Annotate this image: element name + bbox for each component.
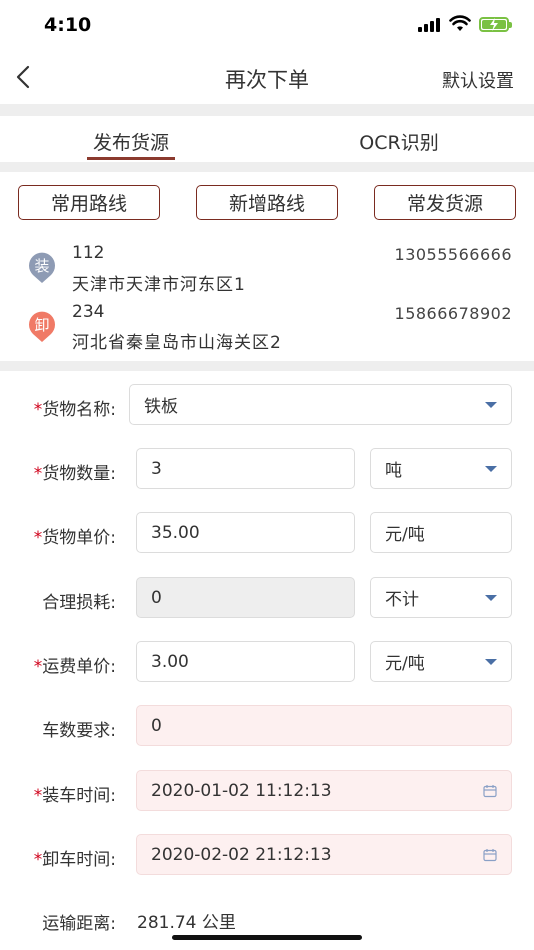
cargo-price-unit-text: 元/吨 xyxy=(385,525,425,545)
loss-label: 合理损耗: xyxy=(42,593,116,613)
tab-ocr[interactable]: OCR识别 xyxy=(344,128,454,155)
truck-count-label: 车数要求: xyxy=(42,721,116,741)
unloading-address: 河北省秦皇岛市山海关区2 xyxy=(72,333,282,353)
cargo-name-label: *货物名称: xyxy=(33,400,116,420)
chevron-down-icon xyxy=(485,402,497,408)
cargo-qty-input[interactable]: 3 xyxy=(136,448,355,489)
cargo-name-value: 铁板 xyxy=(144,397,178,417)
truck-count-input[interactable]: 0 xyxy=(136,705,512,746)
status-bar: 4:10 xyxy=(0,0,534,52)
home-indicator xyxy=(172,935,362,940)
freight-price-unit: 元/吨 xyxy=(385,654,425,674)
freight-price-unit-select[interactable]: 元/吨 xyxy=(370,641,512,682)
chevron-down-icon xyxy=(485,466,497,472)
cargo-price-value: 35.00 xyxy=(151,522,200,543)
nav-bar: 再次下单 默认设置 xyxy=(0,52,534,104)
unloading-pin-label: 卸 xyxy=(34,316,50,334)
common-routes-button[interactable]: 常用路线 xyxy=(18,185,160,220)
divider xyxy=(0,361,534,371)
freight-price-input[interactable]: 3.00 xyxy=(136,641,355,682)
loading-contact-phone: 13055566666 xyxy=(394,245,512,264)
wifi-icon xyxy=(449,15,471,31)
unload-time-label: *卸车时间: xyxy=(33,850,116,870)
unload-time-picker[interactable]: 2020-02-02 21:12:13 xyxy=(136,834,512,875)
loading-pin-icon: 装 xyxy=(27,252,57,283)
chevron-down-icon xyxy=(485,659,497,665)
status-time: 4:10 xyxy=(44,14,92,36)
cargo-name-select[interactable]: 铁板 xyxy=(129,384,512,425)
cargo-price-input[interactable]: 35.00 xyxy=(136,512,355,553)
signal-icon xyxy=(418,18,442,32)
load-time-label: *装车时间: xyxy=(33,786,116,806)
freight-price-label: *运费单价: xyxy=(33,657,116,677)
add-route-button[interactable]: 新增路线 xyxy=(196,185,338,220)
unloading-contact-name: 234 xyxy=(72,302,105,322)
cargo-price-label: *货物单价: xyxy=(33,528,116,548)
distance-label: 运输距离: xyxy=(42,914,116,934)
load-time-value: 2020-01-02 11:12:13 xyxy=(151,780,332,801)
calendar-icon xyxy=(483,785,497,798)
divider xyxy=(0,104,534,116)
frequent-cargo-button[interactable]: 常发货源 xyxy=(374,185,516,220)
divider xyxy=(0,162,534,172)
loading-address: 天津市天津市河东区1 xyxy=(72,275,246,295)
chevron-down-icon xyxy=(485,595,497,601)
unloading-pin-icon: 卸 xyxy=(27,311,57,342)
cargo-qty-unit-select[interactable]: 吨 xyxy=(370,448,512,489)
unloading-contact-phone: 15866678902 xyxy=(394,304,512,323)
truck-count-value: 0 xyxy=(151,715,162,736)
loss-input: 0 xyxy=(136,577,355,618)
battery-icon xyxy=(479,17,512,32)
freight-price-value: 3.00 xyxy=(151,651,189,672)
tab-publish[interactable]: 发布货源 xyxy=(87,128,175,155)
load-time-picker[interactable]: 2020-01-02 11:12:13 xyxy=(136,770,512,811)
unload-time-value: 2020-02-02 21:12:13 xyxy=(151,844,332,865)
loss-unit: 不计 xyxy=(385,590,419,610)
cargo-qty-value: 3 xyxy=(151,458,162,479)
active-tab-indicator xyxy=(87,157,175,160)
loading-contact-name: 112 xyxy=(72,243,105,263)
loss-unit-select[interactable]: 不计 xyxy=(370,577,512,618)
cargo-qty-unit: 吨 xyxy=(385,461,402,481)
loss-value: 0 xyxy=(151,587,162,608)
loading-pin-label: 装 xyxy=(34,257,50,275)
cargo-qty-label: *货物数量: xyxy=(33,464,116,484)
calendar-icon xyxy=(483,849,497,862)
default-settings-link[interactable]: 默认设置 xyxy=(442,67,514,93)
distance-value: 281.74 公里 xyxy=(137,913,236,933)
cargo-price-unit: 元/吨 xyxy=(370,512,512,553)
